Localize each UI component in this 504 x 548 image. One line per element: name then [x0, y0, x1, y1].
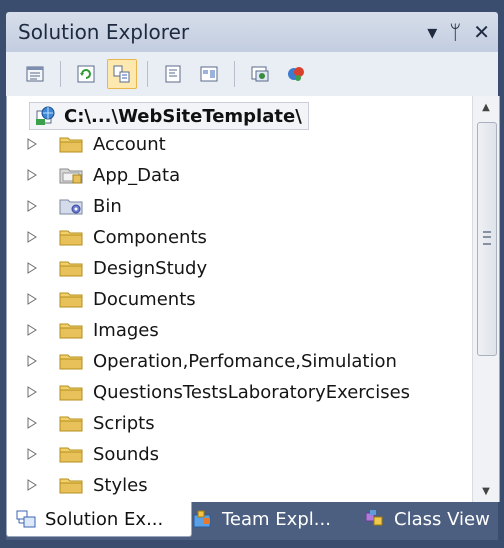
scroll-down-arrow-icon[interactable]: ▼ [473, 480, 499, 502]
copy-website-button[interactable] [245, 59, 275, 89]
title-bar: Solution Explorer ▾ ᛘ ✕ [6, 12, 498, 52]
expand-arrow-icon[interactable] [25, 447, 39, 461]
tree-item-styles[interactable]: Styles [25, 471, 148, 499]
tab-label: Class View [394, 508, 490, 530]
expand-arrow-icon[interactable] [25, 416, 39, 430]
tree-root-label: C:\...\WebSiteTemplate\ [64, 105, 302, 127]
scrollbar-thumb[interactable] [477, 122, 497, 356]
tree-item-questionstestslaboratoryexercises[interactable]: QuestionsTestsLaboratoryExercises [25, 378, 410, 406]
view-designer-icon [200, 66, 218, 82]
toolbar-separator [147, 61, 148, 87]
expand-arrow-icon[interactable] [25, 354, 39, 368]
tree-item-label: DesignStudy [93, 257, 208, 279]
tree-item-label: Documents [93, 288, 196, 310]
tree-item-label: Components [93, 226, 207, 248]
bin-folder-icon [59, 196, 85, 216]
close-icon[interactable]: ✕ [473, 18, 490, 46]
tree-item-designstudy[interactable]: DesignStudy [25, 254, 207, 282]
properties-icon [26, 66, 44, 82]
solution-tree: C:\...\WebSiteTemplate\ Account App_Data B… [7, 96, 471, 502]
scrollbar-grip-icon [483, 231, 491, 245]
tree-item-label: Scripts [93, 412, 155, 434]
vertical-scrollbar[interactable]: ▲ ▼ [472, 96, 499, 502]
class-view-icon [365, 510, 383, 526]
expand-arrow-icon[interactable] [25, 168, 39, 182]
dropdown-icon[interactable]: ▾ [427, 18, 437, 46]
folder-icon [59, 320, 85, 340]
pin-icon[interactable]: ᛘ [449, 18, 461, 46]
team-explorer-icon [193, 510, 211, 528]
tree-item-sounds[interactable]: Sounds [25, 440, 159, 468]
expand-arrow-icon[interactable] [25, 230, 39, 244]
tab-solution-explorer[interactable]: Solution Ex... [6, 502, 192, 537]
folder-icon [59, 444, 85, 464]
tree-panel: C:\...\WebSiteTemplate\ Account App_Data B… [6, 96, 500, 502]
folder-icon [59, 134, 85, 154]
folder-icon [59, 413, 85, 433]
tree-item-label: Operation,Perfomance,Simulation [93, 350, 397, 372]
tree-item-label: Sounds [93, 443, 160, 465]
toolbar-separator [60, 61, 61, 87]
tree-item-label: Account [93, 133, 166, 155]
refresh-button[interactable] [71, 59, 101, 89]
tree-item-label: Styles [93, 474, 148, 496]
expand-arrow-icon[interactable] [25, 261, 39, 275]
tree-item-label: Images [93, 319, 159, 341]
refresh-icon [77, 65, 95, 83]
expand-arrow-icon[interactable] [25, 137, 39, 151]
tab-label: Team Expl... [222, 508, 331, 530]
folder-icon [59, 475, 85, 495]
tree-item-scripts[interactable]: Scripts [25, 409, 155, 437]
tree-item-label: QuestionsTestsLaboratoryExercises [93, 381, 411, 403]
title-controls: ▾ ᛘ ✕ [427, 18, 490, 46]
tree-item-account[interactable]: Account [25, 130, 166, 158]
asp-net-config-button[interactable] [281, 59, 311, 89]
window-title: Solution Explorer [18, 20, 190, 44]
scroll-up-arrow-icon[interactable]: ▲ [473, 96, 499, 118]
tree-item-label: Bin [93, 195, 122, 217]
tab-strip: Solution Ex... Team Expl... Class View [6, 502, 498, 540]
app-data-folder-icon [59, 165, 85, 185]
solution-explorer-window: Solution Explorer ▾ ᛘ ✕ C:\...\WebSiteTe… [0, 0, 504, 548]
tree-item-app-data[interactable]: App_Data [25, 161, 180, 189]
tree-item-images[interactable]: Images [25, 316, 159, 344]
view-code-icon [165, 65, 181, 83]
folder-icon [59, 351, 85, 371]
solution-explorer-icon [16, 510, 36, 528]
folder-icon [59, 382, 85, 402]
copy-website-icon [251, 66, 269, 82]
tree-root-website[interactable]: C:\...\WebSiteTemplate\ [29, 102, 309, 130]
view-code-button[interactable] [158, 59, 188, 89]
toolbar-separator [234, 61, 235, 87]
expand-arrow-icon[interactable] [25, 199, 39, 213]
asp-net-config-icon [288, 67, 304, 81]
show-all-files-icon [113, 65, 130, 83]
tree-item-bin[interactable]: Bin [25, 192, 122, 220]
folder-icon [59, 258, 85, 278]
properties-button[interactable] [20, 59, 50, 89]
tree-item-operation-perfomance-simulation[interactable]: Operation,Perfomance,Simulation [25, 347, 397, 375]
show-all-files-button[interactable] [107, 59, 137, 89]
toolbar [6, 52, 498, 97]
expand-arrow-icon[interactable] [25, 323, 39, 337]
view-designer-button[interactable] [194, 59, 224, 89]
expand-arrow-icon[interactable] [25, 385, 39, 399]
expand-arrow-icon[interactable] [25, 478, 39, 492]
tree-item-documents[interactable]: Documents [25, 285, 196, 313]
tab-class-view[interactable]: Class View [356, 502, 504, 536]
website-icon [36, 106, 55, 125]
expand-arrow-icon[interactable] [25, 292, 39, 306]
tab-team-explorer[interactable]: Team Expl... [184, 502, 360, 536]
tree-item-label: App_Data [93, 164, 181, 186]
folder-icon [59, 289, 85, 309]
tab-label: Solution Ex... [45, 508, 164, 530]
folder-icon [59, 227, 85, 247]
tree-item-components[interactable]: Components [25, 223, 207, 251]
